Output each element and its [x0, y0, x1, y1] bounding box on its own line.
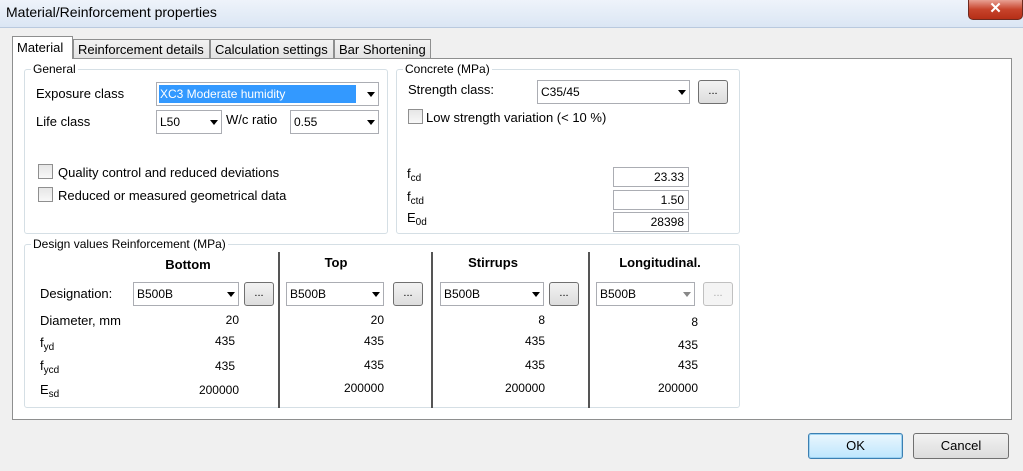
bottom-fycd: 435 — [214, 359, 235, 373]
e0d-field[interactable]: 28398 — [613, 212, 689, 232]
stirrups-fycd: 435 — [524, 358, 545, 372]
life-class-value: L50 — [160, 115, 181, 129]
concrete-group: Concrete (MPa) Strength class: C35/45 ..… — [396, 62, 740, 234]
reinforcement-group: Design values Reinforcement (MPa) Design… — [24, 237, 740, 408]
life-class-label: Life class — [36, 114, 91, 129]
designation-label: Designation: — [40, 286, 113, 301]
column-header-stirrups: Stirrups — [468, 255, 518, 270]
stirrups-diameter: 8 — [538, 313, 545, 327]
exposure-class-label: Exposure class — [36, 86, 125, 101]
column-header-longitudinal: Longitudinal. — [619, 255, 701, 270]
top-designation-select[interactable]: B500B — [286, 282, 384, 306]
bottom-diameter: 20 — [225, 313, 239, 327]
stirrups-designation-select[interactable]: B500B — [440, 282, 544, 306]
chevron-down-icon — [210, 120, 218, 125]
chevron-down-icon — [367, 120, 375, 125]
fctd-label: fctd — [407, 189, 424, 207]
window-title: Material/Reinforcement properties — [6, 4, 217, 20]
low-strength-label: Low strength variation (< 10 %) — [426, 110, 607, 125]
strength-class-value: C35/45 — [541, 85, 580, 99]
fyd-label: fyd — [40, 335, 55, 353]
reduced-geometry-checkbox[interactable] — [38, 187, 53, 202]
e0d-label: E0d — [407, 210, 427, 228]
stirrups-fyd: 435 — [524, 334, 545, 348]
fctd-field[interactable]: 1.50 — [613, 190, 689, 210]
column-divider — [278, 252, 280, 408]
wc-ratio-label: W/c ratio — [226, 112, 278, 127]
top-designation-value: B500B — [290, 287, 327, 301]
fcd-field[interactable]: 23.33 — [613, 167, 689, 187]
diameter-label: Diameter, mm — [40, 313, 121, 328]
concrete-group-label: Concrete (MPa) — [403, 62, 492, 76]
fcd-label: fcd — [407, 166, 422, 184]
longitudinal-fycd: 435 — [677, 358, 698, 372]
fycd-label: fycd — [40, 358, 60, 376]
longitudinal-browse-button[interactable]: ... — [703, 282, 733, 306]
dialog-client: Material Reinforcement details Calculati… — [0, 28, 1023, 471]
tab-calculation-settings[interactable]: Calculation settings — [210, 39, 334, 58]
longitudinal-designation-select[interactable]: B500B — [596, 282, 695, 306]
esd-label: Esd — [40, 382, 60, 400]
exposure-class-select[interactable]: XC3 Moderate humidity — [156, 82, 379, 106]
bottom-designation-value: B500B — [137, 287, 174, 301]
column-header-bottom: Bottom — [165, 257, 211, 272]
stirrups-esd: 200000 — [504, 381, 545, 395]
stirrups-designation-value: B500B — [444, 287, 481, 301]
chevron-down-icon — [532, 292, 540, 297]
quality-control-checkbox[interactable] — [38, 164, 53, 179]
title-bar: Material/Reinforcement properties ✕ — [0, 0, 1023, 28]
tab-bar-shortening[interactable]: Bar Shortening — [334, 39, 431, 58]
strength-class-select[interactable]: C35/45 — [537, 80, 690, 104]
wc-ratio-value: 0.55 — [294, 115, 318, 129]
top-browse-button[interactable]: ... — [393, 282, 423, 306]
chevron-down-icon — [678, 90, 686, 95]
chevron-down-icon — [227, 292, 235, 297]
cancel-button[interactable]: Cancel — [913, 433, 1009, 459]
top-fycd: 435 — [363, 358, 384, 372]
strength-class-label: Strength class: — [408, 82, 494, 97]
tab-reinforcement-details[interactable]: Reinforcement details — [73, 39, 210, 58]
longitudinal-fyd: 435 — [677, 338, 698, 352]
tab-material[interactable]: Material — [12, 36, 73, 59]
general-group: General Exposure class XC3 Moderate humi… — [24, 62, 388, 234]
column-divider — [588, 252, 590, 408]
top-esd: 200000 — [343, 381, 384, 395]
chevron-down-icon — [367, 92, 375, 97]
bottom-fyd: 435 — [214, 334, 235, 348]
exposure-class-value: XC3 Moderate humidity — [160, 87, 286, 101]
low-strength-checkbox[interactable] — [408, 109, 423, 124]
chevron-down-icon — [372, 292, 380, 297]
strength-class-browse-button[interactable]: ... — [698, 80, 728, 104]
stirrups-browse-button[interactable]: ... — [549, 282, 579, 306]
life-class-select[interactable]: L50 — [156, 110, 222, 134]
bottom-designation-select[interactable]: B500B — [133, 282, 239, 306]
close-button[interactable]: ✕ — [968, 0, 1023, 20]
reinforcement-group-label: Design values Reinforcement (MPa) — [31, 237, 228, 251]
bottom-esd: 200000 — [198, 383, 239, 397]
longitudinal-esd: 200000 — [657, 381, 698, 395]
longitudinal-designation-value: B500B — [600, 287, 637, 301]
top-fyd: 435 — [363, 334, 384, 348]
quality-control-label: Quality control and reduced deviations — [58, 165, 280, 180]
longitudinal-diameter: 8 — [691, 315, 698, 329]
top-diameter: 20 — [370, 313, 384, 327]
ok-button[interactable]: OK — [808, 433, 903, 459]
column-divider — [431, 252, 433, 408]
reduced-geometry-label: Reduced or measured geometrical data — [58, 188, 287, 203]
column-header-top: Top — [324, 255, 348, 270]
wc-ratio-select[interactable]: 0.55 — [290, 110, 379, 134]
chevron-down-icon — [683, 292, 691, 297]
bottom-browse-button[interactable]: ... — [244, 282, 274, 306]
general-group-label: General — [31, 62, 78, 76]
material-tab-panel: General Exposure class XC3 Moderate humi… — [12, 58, 1012, 420]
